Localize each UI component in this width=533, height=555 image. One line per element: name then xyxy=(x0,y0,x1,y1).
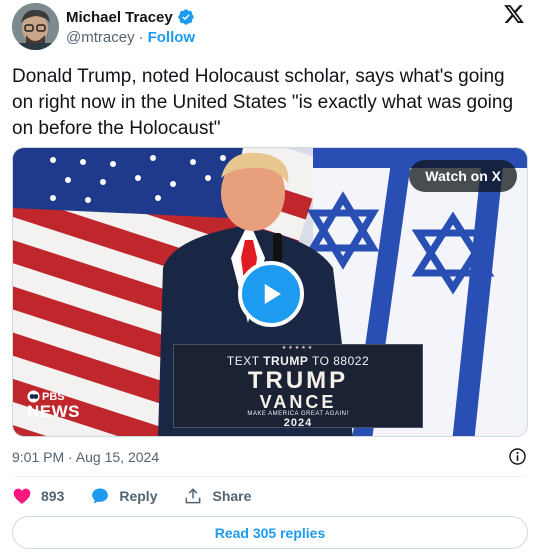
pbs-label: PBS xyxy=(42,390,65,403)
follow-button[interactable]: Follow xyxy=(148,29,196,46)
timestamp-row: 9:01 PM · Aug 15, 2024 xyxy=(12,447,527,466)
tweet-card: Michael Tracey @mtracey · Follow Donald … xyxy=(0,0,533,555)
divider xyxy=(12,476,527,477)
x-logo-icon[interactable] xyxy=(503,3,525,25)
tweet-timestamp[interactable]: 9:01 PM · Aug 15, 2024 xyxy=(12,449,159,465)
reply-label: Reply xyxy=(119,488,158,504)
separator-dot: · xyxy=(138,29,144,46)
info-icon[interactable] xyxy=(508,447,527,466)
news-label: NEWS xyxy=(27,402,80,421)
heart-icon xyxy=(13,488,31,504)
author-handle[interactable]: @mtracey xyxy=(66,29,135,46)
tweet-text: Donald Trump, noted Holocaust scholar, s… xyxy=(12,66,514,139)
podium-line-1-prefix: TEXT xyxy=(226,354,260,368)
podium-line-3: VANCE xyxy=(259,392,337,412)
reply-button[interactable]: Reply xyxy=(90,486,157,506)
avatar[interactable] xyxy=(12,3,59,50)
podium-line-2: TRUMP xyxy=(247,367,349,394)
podium-line-1: TEXT TRUMP TO 88022 xyxy=(174,354,422,368)
author-name[interactable]: Michael Tracey xyxy=(66,9,173,26)
podium-line-5: 2024 xyxy=(283,417,313,429)
watch-on-x-button[interactable]: Watch on X xyxy=(409,160,517,192)
video-player[interactable]: ★★★★★ TEXT TRUMP TO 88022 TRUMP VANCE MA… xyxy=(12,147,528,437)
like-count: 893 xyxy=(41,488,65,504)
author-handle-row: @mtracey · Follow xyxy=(66,29,195,46)
share-button[interactable]: Share xyxy=(183,486,251,506)
reply-bubble-icon xyxy=(92,488,109,504)
play-icon xyxy=(264,284,281,304)
like-button[interactable]: 893 xyxy=(12,486,64,506)
verified-badge-icon xyxy=(178,9,194,25)
author-name-row: Michael Tracey xyxy=(66,7,195,27)
play-button[interactable] xyxy=(238,261,304,327)
read-replies-button[interactable]: Read 305 replies xyxy=(12,516,528,549)
pbs-news-watermark: PBS NEWS xyxy=(27,390,80,420)
action-bar: 893 Reply Share xyxy=(12,486,277,506)
podium-line-1-suffix: TO 88022 xyxy=(311,354,370,368)
podium-stars: ★★★★★ xyxy=(281,345,315,351)
share-label: Share xyxy=(212,488,252,504)
podium-sign: ★★★★★ TEXT TRUMP TO 88022 TRUMP VANCE MA… xyxy=(173,344,423,429)
share-icon xyxy=(186,488,201,504)
podium-line-1-keyword: TRUMP xyxy=(263,354,309,368)
